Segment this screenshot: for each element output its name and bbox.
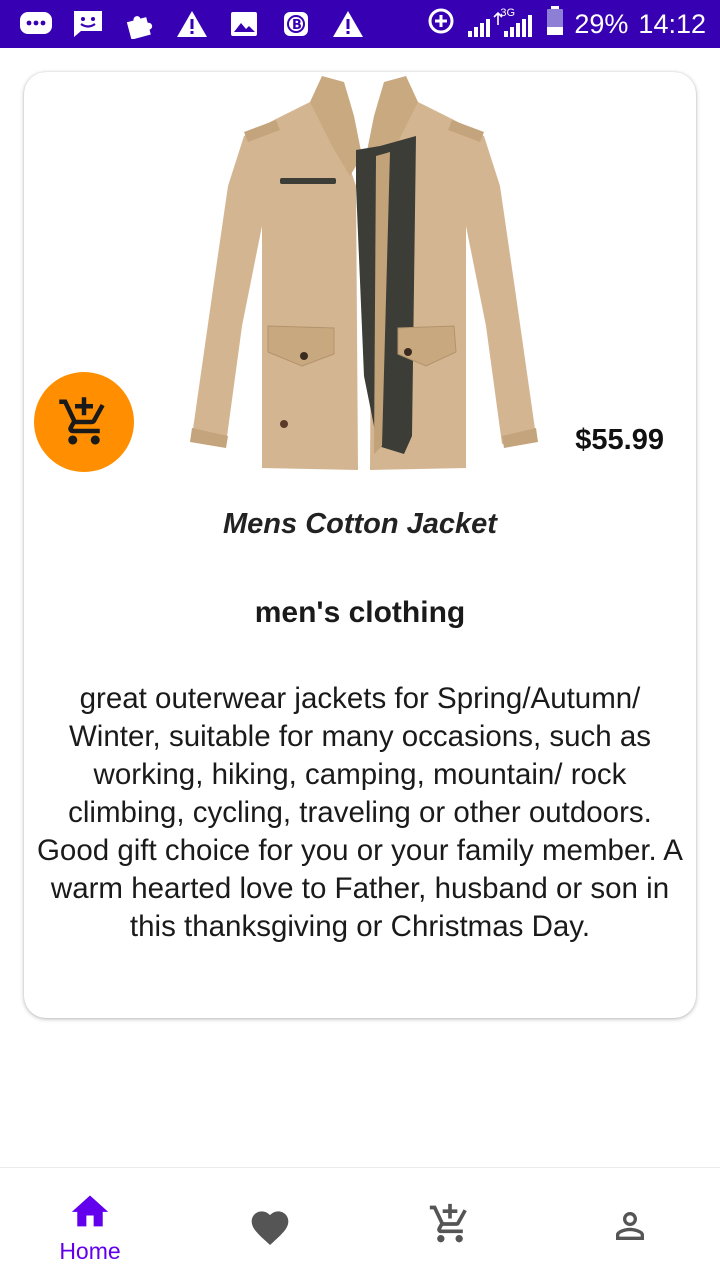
nav-favorites[interactable] xyxy=(180,1168,360,1281)
sms-icon xyxy=(70,9,106,39)
nav-cart[interactable] xyxy=(360,1168,540,1281)
nav-profile[interactable] xyxy=(540,1168,720,1281)
svg-text:B: B xyxy=(292,18,302,33)
person-icon xyxy=(608,1204,652,1248)
network-type: 3G xyxy=(500,7,516,19)
bottom-navigation: Home xyxy=(0,1167,720,1281)
battery-percent: 29% xyxy=(574,8,629,39)
add-shopping-cart-icon xyxy=(59,397,105,445)
data-saver-icon xyxy=(426,6,456,43)
clock: 14:12 xyxy=(638,8,706,39)
product-description: great outerwear jackets for Spring/Autum… xyxy=(36,682,683,943)
b-app-icon: B xyxy=(278,9,314,39)
product-price: $55.99 xyxy=(575,424,664,456)
gallery-icon xyxy=(226,9,262,39)
puzzle-icon xyxy=(122,9,158,39)
warning-icon xyxy=(330,9,366,39)
add-cart-icon xyxy=(428,1202,472,1246)
product-title: Mens Cotton Jacket xyxy=(223,508,497,540)
warning-icon xyxy=(174,9,210,39)
home-icon xyxy=(68,1188,112,1232)
nav-home[interactable]: Home xyxy=(0,1168,180,1281)
signal-icon: 3G xyxy=(466,7,536,39)
battery-icon xyxy=(546,5,564,43)
product-card[interactable]: $55.99 Mens Cotton Jacket men's clothing… xyxy=(24,72,696,1018)
nav-home-label: Home xyxy=(59,1238,121,1264)
add-to-cart-button[interactable] xyxy=(34,372,134,472)
messages-icon xyxy=(18,9,54,39)
product-image xyxy=(190,76,538,470)
product-category: men's clothing xyxy=(254,596,466,629)
heart-icon xyxy=(248,1204,292,1248)
status-bar: B 3G 29% 14:12 xyxy=(0,0,720,48)
